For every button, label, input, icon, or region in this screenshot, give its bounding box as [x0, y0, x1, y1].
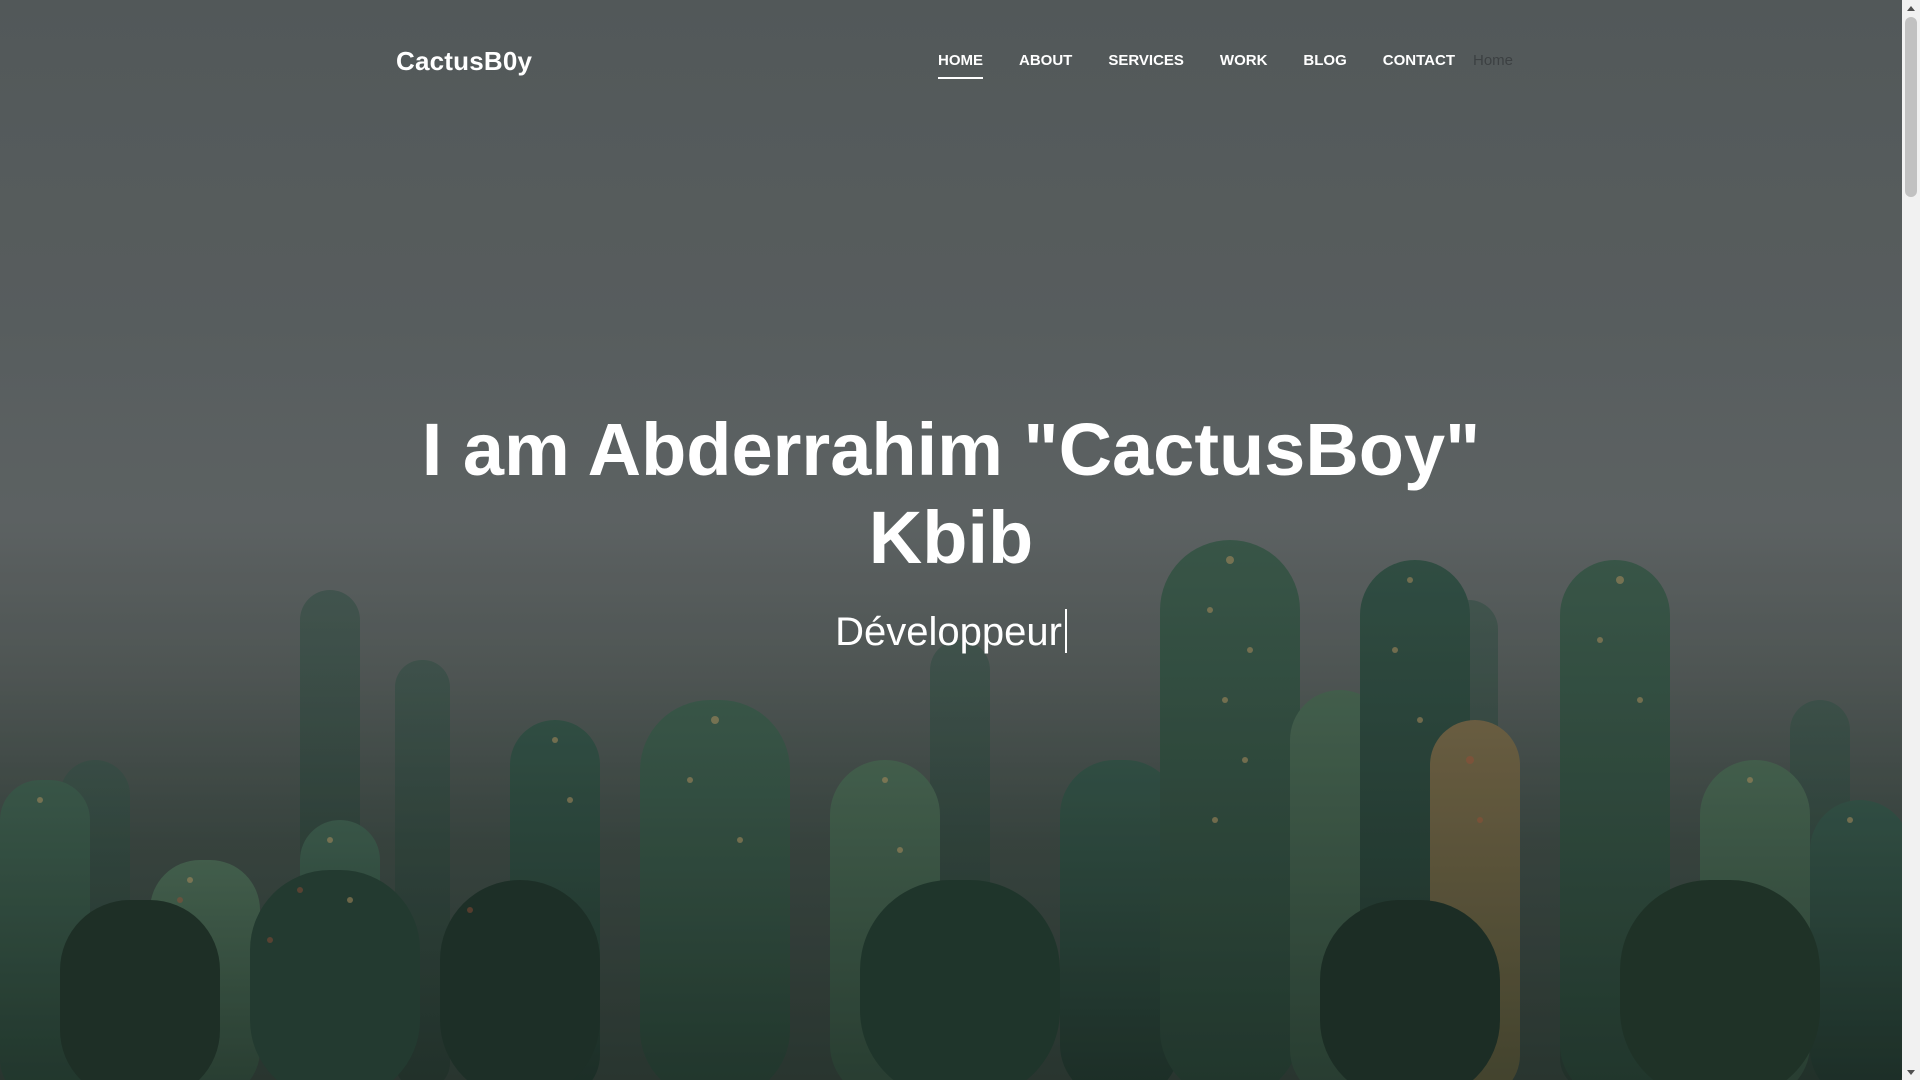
- hero-section: CactusB0y HOME ABOUT SERVICES WORK BLOG …: [0, 0, 1902, 1080]
- nav-link-work[interactable]: WORK: [1220, 52, 1268, 69]
- hero-subtitle: Développeur: [0, 604, 1902, 660]
- nav-link-about[interactable]: ABOUT: [1019, 52, 1072, 69]
- nav-links: HOME ABOUT SERVICES WORK BLOG CONTACT Ho…: [938, 52, 1513, 79]
- nav-link-contact[interactable]: CONTACT: [1383, 52, 1455, 69]
- hero-title: I am Abderrahim "CactusBoy" Kbib: [0, 406, 1902, 582]
- nav-link-services[interactable]: SERVICES: [1108, 52, 1184, 69]
- current-page-label: Home: [1472, 52, 1513, 69]
- brand-logo[interactable]: CactusB0y: [396, 46, 532, 77]
- typed-role-text: Développeur: [835, 610, 1062, 654]
- nav-link-blog[interactable]: BLOG: [1303, 52, 1346, 69]
- navbar: CactusB0y HOME ABOUT SERVICES WORK BLOG …: [0, 0, 1902, 120]
- typing-caret: [1064, 609, 1067, 653]
- hero-title-line1: I am Abderrahim "CactusBoy": [421, 408, 1481, 491]
- scrollbar-thumb[interactable]: [1905, 17, 1917, 197]
- scroll-down-arrow-icon[interactable]: [1902, 1064, 1920, 1080]
- nav-link-home[interactable]: HOME: [938, 52, 983, 79]
- viewport: CactusB0y HOME ABOUT SERVICES WORK BLOG …: [0, 0, 1920, 1080]
- vertical-scrollbar[interactable]: [1902, 0, 1920, 1080]
- hero-title-line2: Kbib: [868, 496, 1034, 579]
- scroll-up-arrow-icon[interactable]: [1902, 0, 1920, 16]
